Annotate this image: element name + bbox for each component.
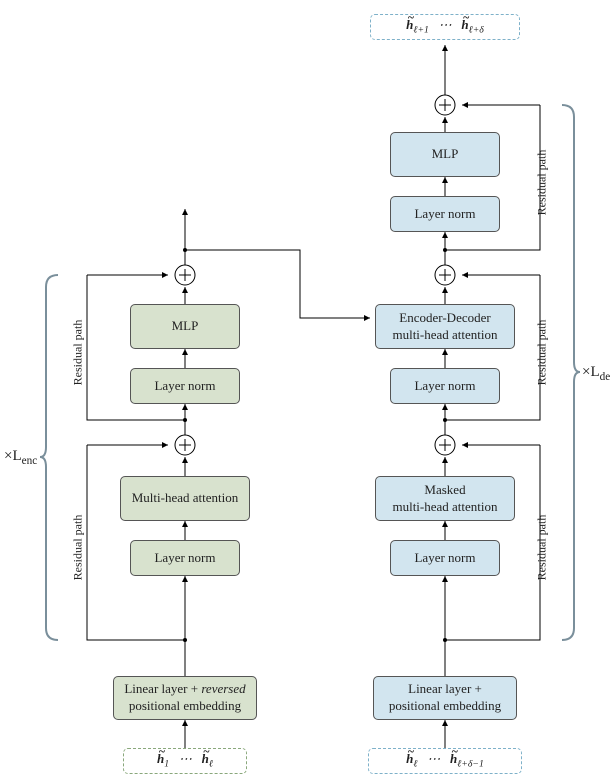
encoder-layernorm-1: Layer norm — [130, 540, 240, 576]
decoder-encdec-mha: Encoder-Decodermulti-head attention — [375, 304, 515, 349]
encoder-mlp: MLP — [130, 304, 240, 349]
decoder-input-symbols: hℓ ⋯ hℓ+δ−1 — [368, 748, 522, 774]
decoder-embedding-box: Linear layer +positional embedding — [373, 676, 517, 720]
decoder-residual-label-2: Residual path — [534, 320, 549, 386]
encoder-layernorm-2: Layer norm — [130, 368, 240, 404]
decoder-output-symbols: hℓ+1 ⋯ hℓ+δ — [370, 14, 520, 40]
encoder-residual-label-2: Residual path — [70, 320, 85, 386]
decoder-layernorm-2: Layer norm — [390, 368, 500, 404]
encoder-input-symbols: h1 ⋯ hℓ — [123, 748, 247, 774]
times-L-dec: ×Ldec — [582, 364, 610, 383]
decoder-masked-mha-text: Maskedmulti-head attention — [392, 482, 497, 516]
decoder-residual-label-3: Residual path — [534, 150, 549, 216]
decoder-encdec-mha-text: Encoder-Decodermulti-head attention — [392, 310, 497, 344]
times-L-enc: ×Lenc — [4, 448, 37, 467]
encoder-multihead-attention: Multi-head attention — [120, 476, 250, 521]
decoder-layernorm-1: Layer norm — [390, 540, 500, 576]
decoder-mlp: MLP — [390, 132, 500, 177]
encoder-embedding-box: Linear layer + reversedpositional embedd… — [113, 676, 257, 720]
decoder-residual-label-1: Residual path — [534, 515, 549, 581]
decoder-embedding-text: Linear layer +positional embedding — [389, 681, 501, 715]
diagram-connectors — [0, 0, 610, 780]
encoder-residual-label-1: Residual path — [70, 515, 85, 581]
decoder-masked-mha: Maskedmulti-head attention — [375, 476, 515, 521]
decoder-layernorm-3: Layer norm — [390, 196, 500, 232]
encoder-embedding-text: Linear layer + reversedpositional embedd… — [124, 681, 245, 715]
